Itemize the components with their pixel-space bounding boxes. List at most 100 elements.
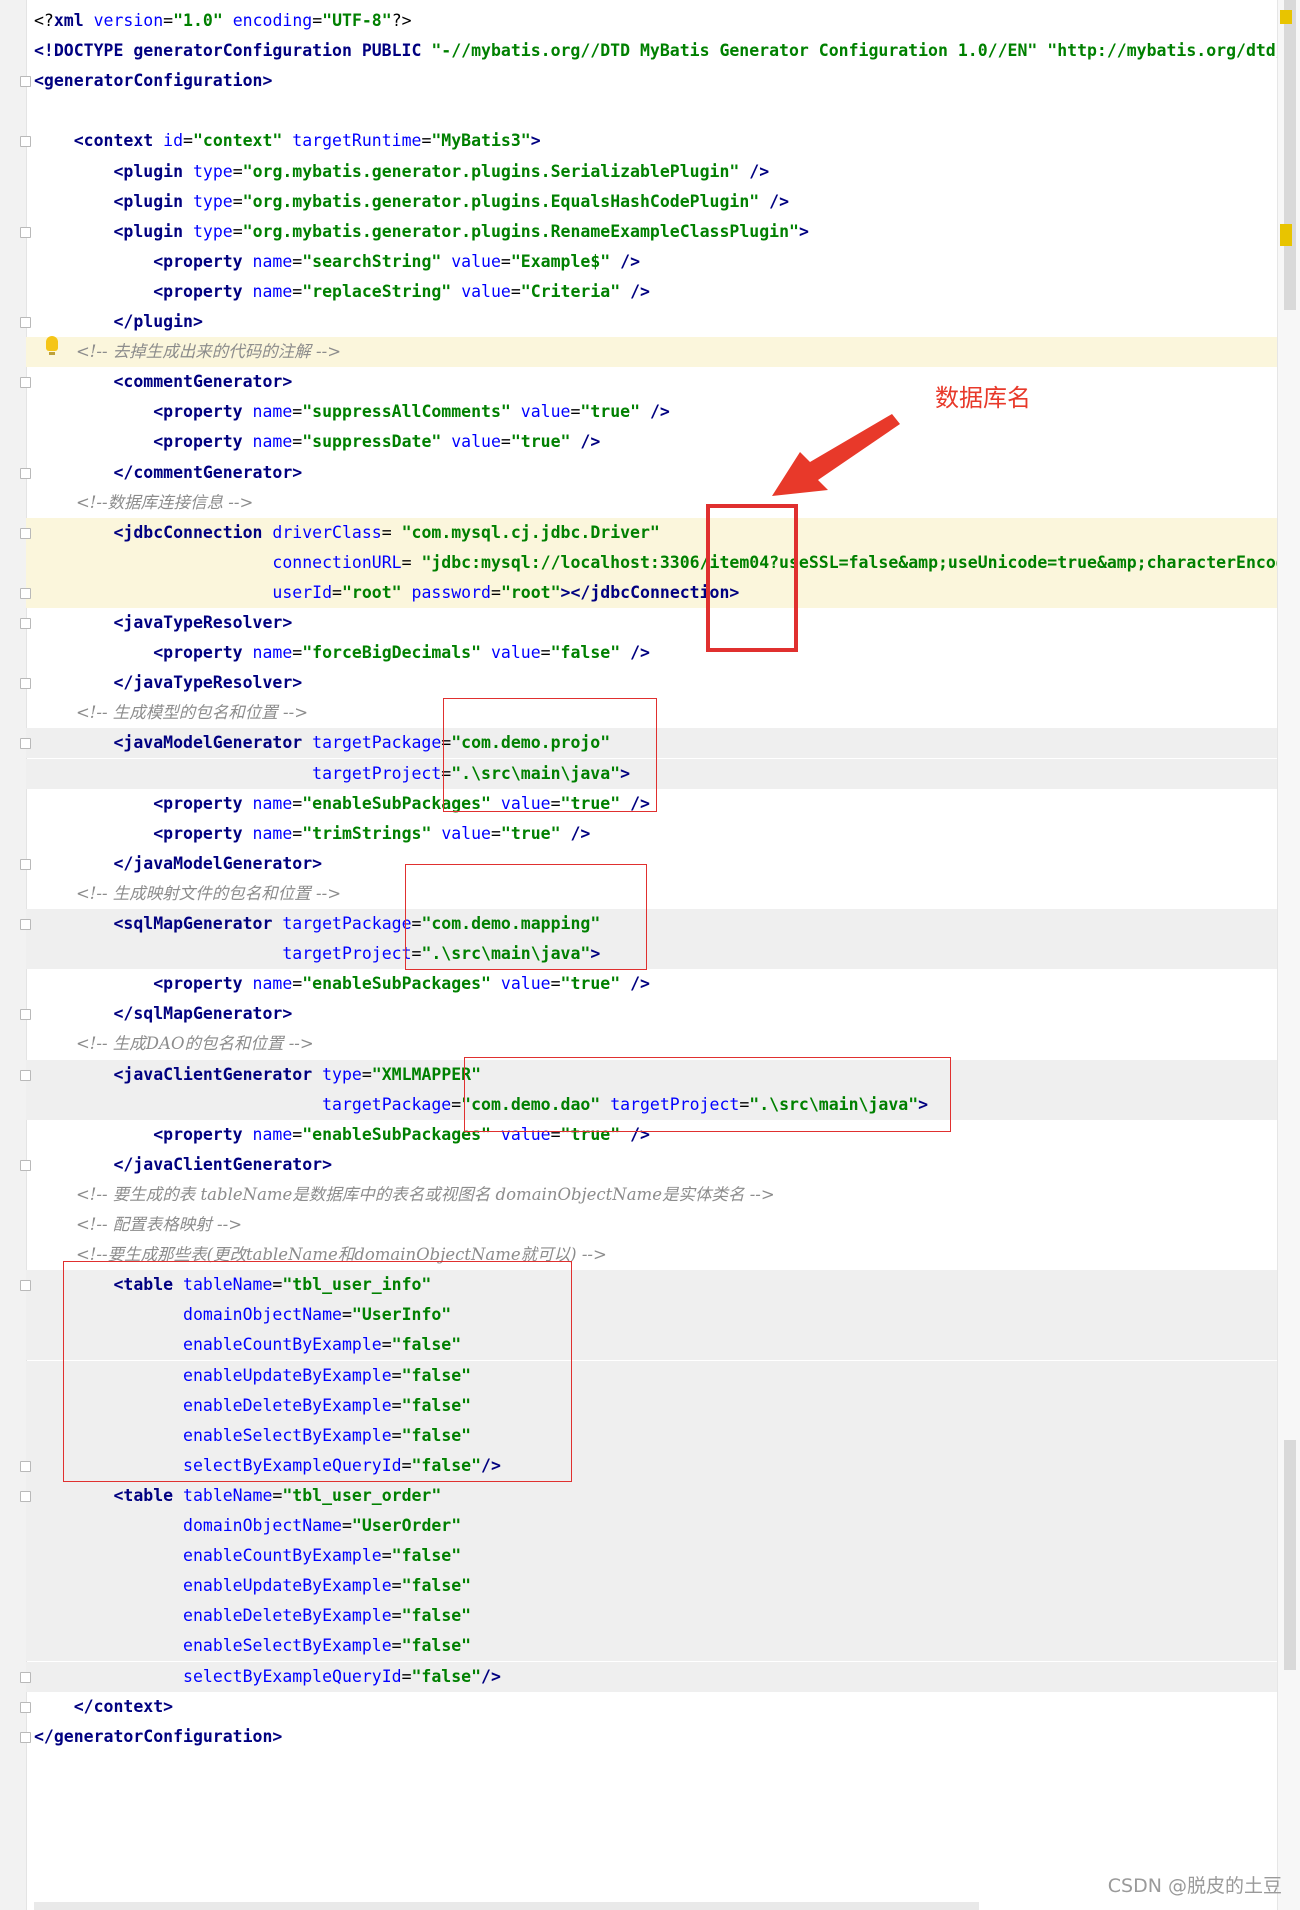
code-line[interactable]: <!-- 生成DAO的包名和位置 --> bbox=[34, 1029, 314, 1059]
code-line[interactable]: <!-- 要生成的表 tableName是数据库中的表名或视图名 domainO… bbox=[34, 1180, 775, 1210]
code-line[interactable]: </sqlMapGenerator> bbox=[34, 999, 292, 1029]
code-line[interactable]: <plugin type="org.mybatis.generator.plug… bbox=[34, 217, 808, 247]
code-token: "false" bbox=[401, 1576, 472, 1596]
code-token: <property bbox=[34, 974, 253, 994]
fold-icon[interactable] bbox=[20, 136, 31, 148]
code-line[interactable]: </commentGenerator> bbox=[34, 458, 302, 488]
code-line[interactable]: enableSelectByExample="false" bbox=[34, 1631, 471, 1661]
scrollbar-thumb[interactable] bbox=[1284, 0, 1296, 310]
code-line[interactable]: <table tableName="tbl_user_order" bbox=[34, 1481, 441, 1511]
code-token: = bbox=[292, 251, 303, 271]
code-line[interactable]: <context id="context" targetRuntime="MyB… bbox=[34, 126, 541, 156]
fold-icon[interactable] bbox=[20, 919, 31, 930]
code-line[interactable]: <?xml version="1.0" encoding="UTF-8"?> bbox=[34, 6, 412, 36]
code-line[interactable]: <property name="searchString" value="Exa… bbox=[34, 247, 640, 277]
code-line[interactable]: <property name="enableSubPackages" value… bbox=[34, 969, 650, 999]
code-token: "trimStrings" bbox=[302, 823, 432, 843]
code-line[interactable]: </plugin> bbox=[34, 307, 202, 337]
code-line[interactable]: selectByExampleQueryId="false"/> bbox=[34, 1662, 501, 1692]
warning-marker[interactable] bbox=[1280, 224, 1292, 246]
fold-icon[interactable] bbox=[20, 678, 31, 690]
code-line[interactable]: </generatorConfiguration> bbox=[34, 1722, 282, 1752]
code-line[interactable]: <!DOCTYPE generatorConfiguration PUBLIC … bbox=[34, 36, 1296, 66]
fold-icon[interactable] bbox=[20, 1731, 31, 1743]
code-line[interactable]: <jdbcConnection driverClass= "com.mysql.… bbox=[34, 518, 659, 548]
code-token: "root" bbox=[341, 582, 402, 602]
code-line[interactable]: <plugin type="org.mybatis.generator.plug… bbox=[34, 187, 789, 217]
fold-icon[interactable] bbox=[20, 377, 31, 389]
code-editor[interactable]: <?xml version="1.0" encoding="UTF-8"?> <!… bbox=[0, 0, 1300, 1910]
code-token: /> bbox=[739, 161, 770, 181]
code-token: = bbox=[500, 251, 511, 271]
code-line[interactable]: enableCountByExample="false" bbox=[34, 1541, 461, 1571]
code-token: driverClass bbox=[272, 522, 382, 542]
vertical-scrollbar[interactable] bbox=[1277, 0, 1300, 1910]
fold-icon[interactable] bbox=[20, 527, 31, 539]
fold-icon[interactable] bbox=[20, 317, 31, 328]
fold-icon[interactable] bbox=[20, 1490, 31, 1502]
lightbulb-icon[interactable] bbox=[46, 336, 58, 355]
code-token: type bbox=[192, 191, 233, 211]
editor-gutter[interactable] bbox=[0, 0, 27, 1910]
fold-icon[interactable] bbox=[20, 587, 31, 599]
code-token: name bbox=[252, 402, 293, 422]
code-line[interactable]: <javaClientGenerator type="XMLMAPPER" bbox=[34, 1060, 481, 1090]
code-token: <plugin bbox=[34, 191, 193, 211]
watermark: CSDN @脱皮的土豆 bbox=[1107, 1875, 1282, 1897]
code-token: name bbox=[252, 643, 293, 663]
code-token: <property bbox=[34, 643, 253, 663]
code-line[interactable]: <property name="suppressAllComments" val… bbox=[34, 397, 670, 427]
fold-icon[interactable] bbox=[20, 1009, 31, 1021]
code-line[interactable]: userId="root" password="root"></jdbcConn… bbox=[34, 578, 739, 608]
fold-icon[interactable] bbox=[20, 738, 31, 750]
code-line[interactable]: </javaClientGenerator> bbox=[34, 1150, 332, 1180]
code-token: name bbox=[252, 432, 293, 452]
code-token: name bbox=[252, 823, 293, 843]
code-line[interactable]: <commentGenerator> bbox=[34, 367, 292, 397]
code-line[interactable]: connectionURL= "jdbc:mysql://localhost:3… bbox=[34, 548, 1285, 578]
code-line[interactable]: enableDeleteByExample="false" bbox=[34, 1601, 471, 1631]
fold-icon[interactable] bbox=[20, 1159, 31, 1171]
warning-marker[interactable] bbox=[1280, 10, 1292, 24]
fold-icon[interactable] bbox=[20, 226, 31, 238]
fold-icon[interactable] bbox=[20, 858, 31, 870]
code-line[interactable]: <property name="forceBigDecimals" value=… bbox=[34, 638, 650, 668]
code-line[interactable]: </javaTypeResolver> bbox=[34, 668, 302, 698]
fold-icon[interactable] bbox=[20, 1280, 31, 1292]
fold-icon[interactable] bbox=[20, 1069, 31, 1081]
code-token: = bbox=[232, 221, 243, 241]
code-token: version bbox=[93, 11, 164, 30]
code-line[interactable]: <!-- 配置表格映射 --> bbox=[34, 1210, 242, 1240]
code-line[interactable]: <property name="trimStrings" value="true… bbox=[34, 819, 590, 849]
code-line[interactable]: enableUpdateByExample="false" bbox=[34, 1571, 471, 1601]
code-line[interactable]: <generatorConfiguration> bbox=[34, 66, 272, 96]
code-token: "enableSubPackages" bbox=[302, 1124, 491, 1144]
code-token: = bbox=[500, 432, 511, 452]
code-line[interactable]: <plugin type="org.mybatis.generator.plug… bbox=[34, 157, 769, 187]
code-line[interactable]: <!-- 生成映射文件的包名和位置 --> bbox=[34, 879, 341, 909]
code-token: <property bbox=[34, 251, 253, 271]
fold-icon[interactable] bbox=[20, 76, 31, 88]
fold-icon[interactable] bbox=[20, 1701, 31, 1713]
code-line[interactable]: <!-- 去掉生成出来的代码的注解 --> bbox=[34, 337, 341, 367]
code-line[interactable]: <property name="replaceString" value="Cr… bbox=[34, 277, 650, 307]
fold-icon[interactable] bbox=[20, 467, 31, 479]
code-line[interactable]: <!--数据库连接信息 --> bbox=[34, 488, 253, 518]
fold-icon[interactable] bbox=[20, 618, 31, 629]
code-line[interactable]: <!-- 生成模型的包名和位置 --> bbox=[34, 698, 308, 728]
code-token: </javaClientGenerator> bbox=[34, 1154, 333, 1174]
fold-icon[interactable] bbox=[20, 1460, 31, 1472]
code-token: connectionURL bbox=[272, 552, 402, 572]
scrollbar-thumb-secondary[interactable] bbox=[1284, 1440, 1296, 1670]
code-line[interactable]: <javaTypeResolver> bbox=[34, 608, 292, 638]
code-line[interactable]: </javaModelGenerator> bbox=[34, 849, 322, 879]
code-line[interactable]: <property name="suppressDate" value="tru… bbox=[34, 427, 600, 457]
code-line[interactable]: </context> bbox=[34, 1692, 173, 1722]
horizontal-scrollbar[interactable] bbox=[34, 1902, 979, 1910]
code-token: "org.mybatis.generator.plugins.EqualsHas… bbox=[242, 191, 760, 211]
code-line[interactable]: domainObjectName="UserOrder" bbox=[34, 1511, 461, 1541]
fold-icon[interactable] bbox=[20, 1671, 31, 1683]
